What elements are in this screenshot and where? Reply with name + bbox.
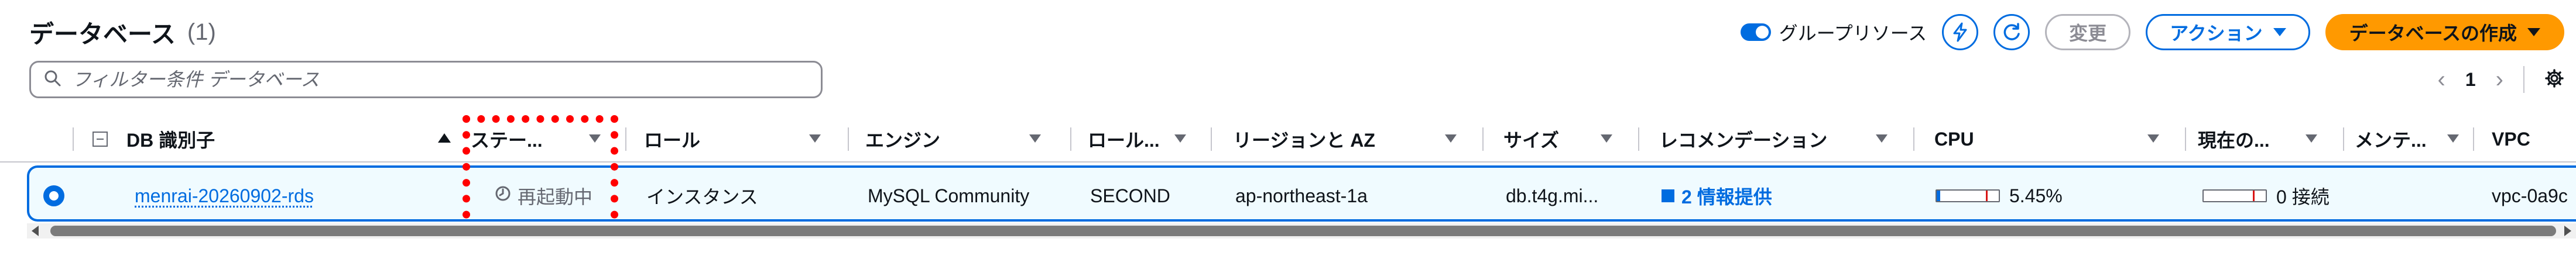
cell-db-id[interactable]: menrai-20260902-rds	[135, 168, 314, 224]
table-header: DB 識別子 ステー... ロール エンジン ロール... リージョンと AZ …	[0, 116, 2576, 163]
column-role[interactable]: ロール	[626, 116, 849, 163]
header-expand	[27, 116, 80, 163]
engine-text: MySQL Community	[868, 185, 1030, 206]
region-text: ap-northeast-1a	[1235, 185, 1368, 206]
column-label: DB 識別子	[126, 130, 215, 151]
column-vpc[interactable]: VPC	[2474, 116, 2576, 163]
refresh-icon[interactable]	[1993, 14, 2030, 50]
column-size[interactable]: サイズ	[1484, 116, 1639, 163]
caret-down-icon	[2273, 28, 2286, 36]
toolbar: グループリソース 変更 アクション データベースの作成	[1740, 12, 2564, 53]
sort-icon[interactable]	[1445, 134, 1457, 143]
pagination: ‹ 1 ›	[2438, 61, 2564, 98]
group-resources-label: グループリソース	[1779, 23, 1927, 44]
previous-page-icon[interactable]: ‹	[2438, 67, 2445, 93]
column-label: サイズ	[1503, 130, 1560, 151]
connections-bar	[2202, 189, 2267, 202]
scroll-right-icon[interactable]	[2564, 226, 2571, 236]
column-db-id[interactable]: DB 識別子	[126, 116, 451, 163]
column-label: CPU	[1934, 128, 1974, 150]
table-row[interactable]: menrai-20260902-rds 再起動中 インスタンス MySQL Co…	[27, 165, 2576, 222]
column-label: リージョンと AZ	[1233, 130, 1375, 151]
cell-recommendations[interactable]: 2 情報提供	[1662, 168, 1772, 224]
connections-text: 0 接続	[2276, 186, 2330, 208]
cell-size: db.t4g.mi...	[1506, 168, 1598, 224]
next-page-icon[interactable]: ›	[2496, 67, 2503, 93]
create-database-button[interactable]: データベースの作成	[2325, 14, 2564, 50]
column-label: レコメンデーション	[1659, 130, 1828, 151]
column-region[interactable]: リージョンと AZ	[1212, 116, 1484, 163]
column-label: VPC	[2492, 128, 2530, 150]
column-label: 現在の...	[2198, 130, 2270, 151]
column-recommendations[interactable]: レコメンデーション	[1639, 116, 1914, 163]
collapse-all-icon[interactable]	[93, 116, 122, 163]
cell-current-activity: 0 接続	[2202, 168, 2330, 224]
column-divider	[73, 127, 74, 151]
scroll-left-icon[interactable]	[32, 226, 39, 236]
cpu-bar-threshold	[1986, 191, 1988, 201]
column-label: メンテ...	[2355, 130, 2427, 151]
sort-icon[interactable]	[2147, 134, 2159, 143]
vpc-text: vpc-0a9c	[2492, 185, 2568, 206]
modify-button[interactable]: 変更	[2045, 14, 2131, 50]
column-role-secondary[interactable]: ロール...	[1071, 116, 1212, 163]
modify-label: 変更	[2069, 23, 2107, 44]
cell-cpu: 5.45%	[1936, 168, 2063, 224]
sort-icon[interactable]	[2306, 134, 2317, 143]
column-cpu[interactable]: CPU	[1914, 116, 2186, 163]
column-current-activity[interactable]: 現在の...	[2186, 116, 2344, 163]
sort-icon[interactable]	[1601, 134, 1612, 143]
page-header: データベース (1)	[29, 12, 216, 53]
actions-button[interactable]: アクション	[2146, 14, 2310, 50]
sort-icon[interactable]	[1174, 134, 1186, 143]
row-select-radio[interactable]	[43, 168, 64, 224]
resource-count: (1)	[187, 19, 216, 45]
cpu-text: 5.45%	[2009, 185, 2063, 206]
lightning-icon[interactable]	[1942, 14, 1979, 50]
radio-selected-icon[interactable]	[43, 185, 64, 206]
cell-role-secondary: SECOND	[1090, 168, 1170, 224]
page-title: データベース	[29, 20, 176, 48]
info-square-icon	[1662, 189, 1674, 202]
column-label: ロール	[644, 130, 701, 151]
column-label: ロール...	[1088, 130, 1160, 151]
connections-bar-threshold	[2253, 191, 2255, 201]
sort-icon[interactable]	[1029, 134, 1041, 143]
cpu-bar-fill	[1937, 191, 1940, 201]
size-text: db.t4g.mi...	[1506, 185, 1599, 206]
cpu-bar	[1936, 189, 2000, 202]
search-box[interactable]	[29, 61, 823, 98]
current-page[interactable]: 1	[2465, 69, 2476, 91]
sort-ascending-icon[interactable]	[438, 133, 451, 143]
create-database-label: データベースの作成	[2349, 23, 2517, 44]
recommendations-link[interactable]: 2 情報提供	[1681, 182, 1772, 209]
column-engine[interactable]: エンジン	[849, 116, 1071, 163]
settings-gear-icon[interactable]	[2544, 68, 2564, 91]
role-secondary-text: SECOND	[1090, 185, 1170, 206]
cell-engine: MySQL Community	[868, 168, 1029, 224]
role-text: インスタンス	[646, 186, 758, 208]
search-icon	[44, 70, 61, 90]
toggle-switch[interactable]	[1740, 23, 1771, 41]
sort-icon[interactable]	[809, 134, 821, 143]
horizontal-scrollbar[interactable]	[27, 223, 2576, 239]
group-resources-toggle[interactable]: グループリソース	[1740, 19, 1927, 46]
sort-icon[interactable]	[1876, 134, 1888, 143]
cell-vpc: vpc-0a9c	[2492, 168, 2568, 224]
cell-role: インスタンス	[646, 168, 758, 224]
status-highlight-annotation	[463, 115, 618, 234]
divider	[2523, 66, 2524, 93]
search-input[interactable]	[72, 68, 775, 91]
caret-down-icon	[2527, 28, 2540, 36]
actions-label: アクション	[2170, 23, 2263, 44]
column-label: エンジン	[865, 130, 941, 151]
scrollbar-thumb[interactable]	[50, 226, 2556, 236]
cell-region: ap-northeast-1a	[1235, 168, 1368, 224]
column-maintenance[interactable]: メンテ...	[2344, 116, 2474, 163]
sort-icon[interactable]	[2447, 134, 2459, 143]
db-identifier-link[interactable]: menrai-20260902-rds	[135, 185, 314, 207]
